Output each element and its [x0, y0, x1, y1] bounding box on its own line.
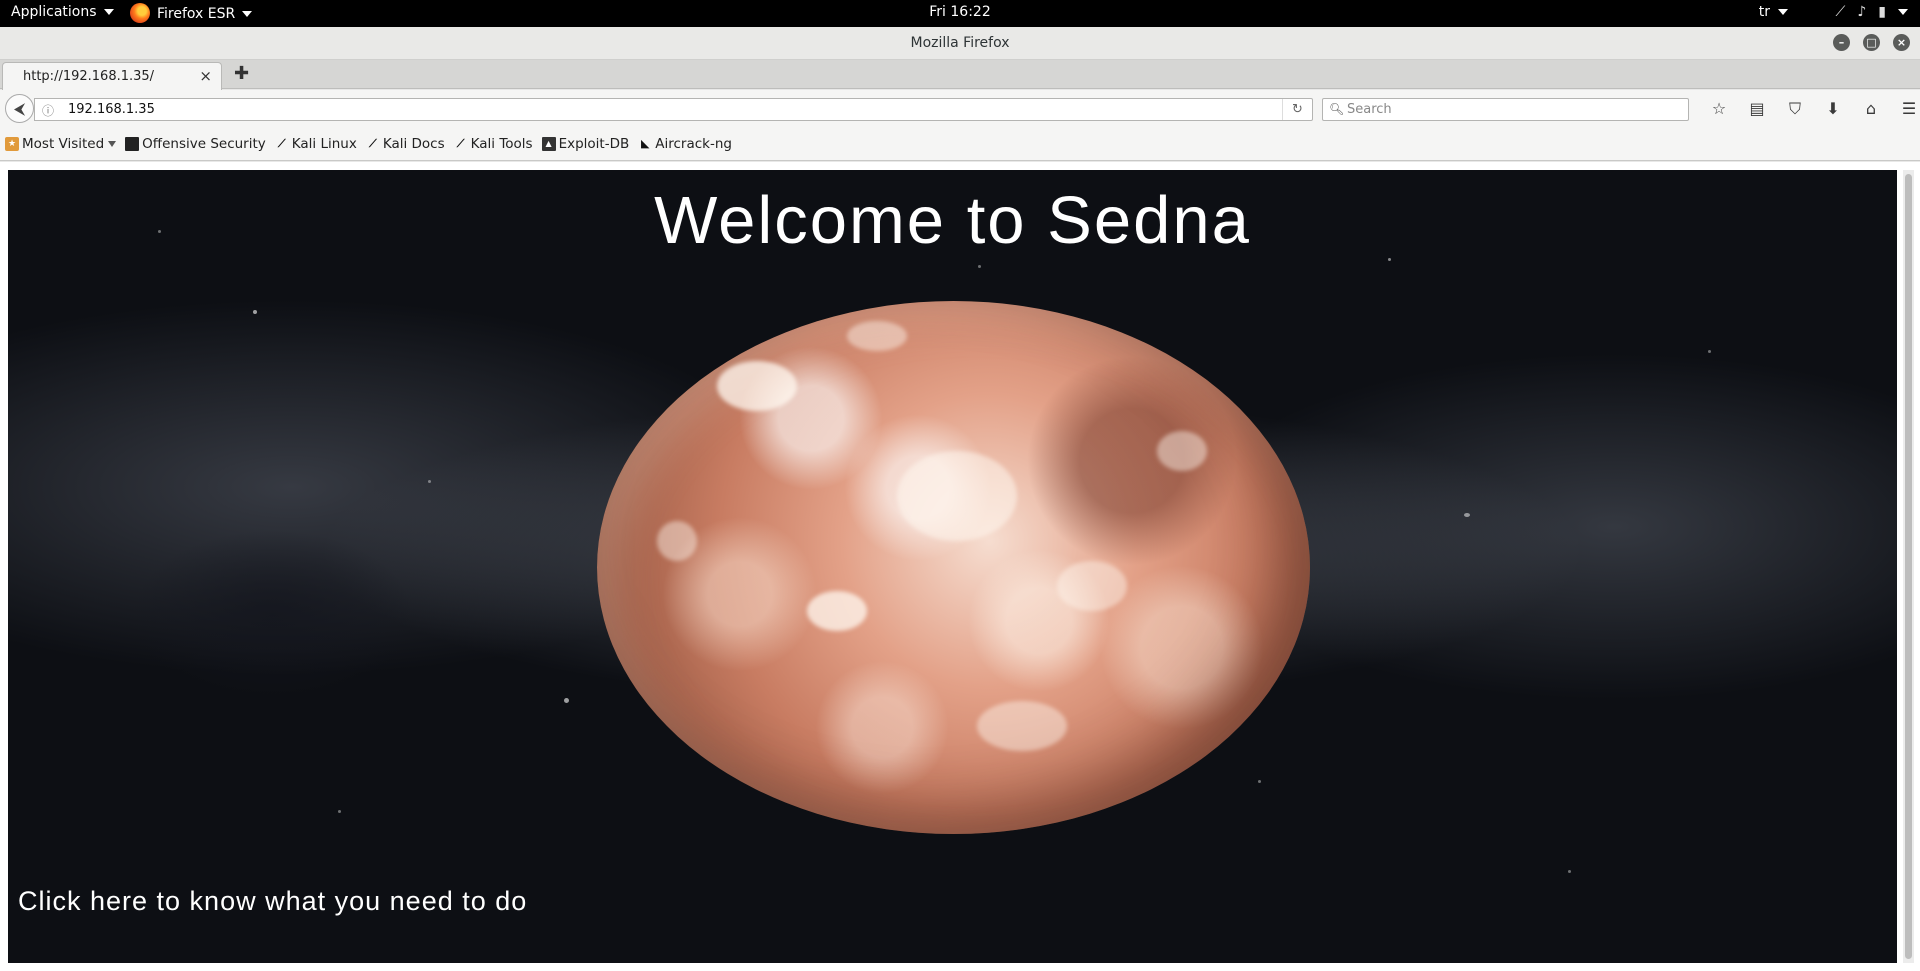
network-icon: ⟋ — [1835, 4, 1846, 20]
pocket-icon[interactable]: ⛉ — [1776, 98, 1814, 120]
battery-icon: ▮ — [1878, 4, 1886, 20]
star — [428, 480, 431, 483]
page-heading: Welcome to Sedna — [654, 183, 1251, 258]
star — [1708, 350, 1711, 353]
scrollbar-thumb[interactable] — [1905, 174, 1912, 959]
page-viewport: Welcome to Sedna Click here to know what… — [0, 162, 1920, 971]
bookmark-offensive-security[interactable]: Offensive Security — [125, 136, 266, 152]
star — [978, 265, 981, 268]
chevron-down-icon — [1778, 9, 1788, 15]
window-controls: – □ × — [1833, 34, 1910, 51]
tab-strip: http://192.168.1.35/ × ✚ — [0, 60, 1920, 90]
bookmark-kali-linux[interactable]: ⟋ Kali Linux — [275, 136, 357, 152]
bookmark-aircrack-ng[interactable]: ◣ Aircrack-ng — [638, 136, 732, 152]
aircrack-icon: ◣ — [641, 137, 650, 150]
bookmark-label: Exploit-DB — [558, 136, 630, 152]
new-tab-button[interactable]: ✚ — [234, 63, 249, 84]
search-icon: 🔍︎ — [1329, 102, 1345, 116]
keyboard-layout-indicator[interactable]: tr — [1759, 4, 1788, 20]
instructions-link[interactable]: Click here to know what you need to do — [18, 886, 527, 917]
search-input[interactable] — [1345, 100, 1675, 119]
close-tab-icon[interactable]: × — [199, 67, 212, 85]
reload-icon[interactable]: ↻ — [1282, 99, 1312, 120]
chevron-down-icon — [1898, 9, 1908, 15]
site-info-icon[interactable]: ⓘ — [42, 102, 54, 119]
planet-surface-spot — [1157, 431, 1207, 471]
bookmark-label: Kali Docs — [382, 136, 445, 152]
clock[interactable]: Fri 16:22 — [0, 4, 1920, 20]
home-icon[interactable]: ⌂ — [1852, 98, 1890, 120]
star — [1568, 870, 1571, 873]
space-background: Welcome to Sedna Click here to know what… — [8, 170, 1897, 963]
bookmark-kali-tools[interactable]: ⟋ Kali Tools — [454, 136, 533, 152]
bookmark-star-icon[interactable]: ☆ — [1700, 98, 1738, 120]
sedna-planet-image — [597, 301, 1310, 834]
planet-surface-spot — [657, 521, 697, 561]
back-arrow-icon: ⮜ — [13, 99, 26, 118]
bookmark-label: Offensive Security — [142, 136, 266, 152]
star — [1464, 513, 1470, 517]
search-bar[interactable]: 🔍︎ — [1322, 98, 1689, 121]
planet-surface-spot — [897, 451, 1017, 541]
system-top-bar: Applications Firefox ESR Fri 16:22 tr ⟋ … — [0, 0, 1920, 27]
kali-dragon-icon: ⟋ — [277, 137, 286, 150]
maximize-button[interactable]: □ — [1863, 34, 1880, 51]
star — [564, 698, 569, 703]
vertical-scrollbar[interactable] — [1903, 170, 1914, 963]
planet-surface-spot — [1057, 561, 1127, 611]
window-titlebar: Mozilla Firefox – □ × — [0, 27, 1920, 60]
kali-dragon-icon: ⟋ — [368, 137, 377, 150]
window-title: Mozilla Firefox — [910, 35, 1010, 51]
bookmark-most-visited[interactable]: ★ Most Visited — [5, 136, 117, 152]
hamburger-menu-icon[interactable]: ☰ — [1890, 98, 1920, 120]
url-text[interactable]: 192.168.1.35 — [68, 102, 155, 117]
planet-surface-spot — [717, 361, 797, 411]
chevron-down-icon — [108, 141, 117, 147]
navigation-bar: ⮜ ⓘ 192.168.1.35 ↻ 🔍︎ ☆ ▤ ⛉ ⬇ ⌂ ☰ — [0, 90, 1920, 128]
close-window-button[interactable]: × — [1893, 34, 1910, 51]
star — [253, 310, 257, 314]
minimize-button[interactable]: – — [1833, 34, 1850, 51]
bookmark-label: Aircrack-ng — [655, 136, 732, 152]
bookmark-label: Kali Linux — [291, 136, 357, 152]
keyboard-layout-label: tr — [1758, 4, 1770, 20]
star — [1258, 780, 1261, 783]
kali-dragon-icon: ⟋ — [456, 137, 465, 150]
bookmark-exploit-db[interactable]: ▲ Exploit-DB — [541, 136, 630, 152]
toolbar-icons: ☆ ▤ ⛉ ⬇ ⌂ ☰ — [1700, 98, 1920, 120]
back-button[interactable]: ⮜ — [5, 94, 34, 123]
planet-surface-spot — [807, 591, 867, 631]
volume-icon: ♪ — [1857, 4, 1867, 20]
bookmark-label: Most Visited — [22, 136, 105, 152]
url-bar[interactable]: ⓘ 192.168.1.35 ↻ — [34, 98, 1313, 121]
offsec-icon — [125, 137, 140, 151]
downloads-icon[interactable]: ⬇ — [1814, 98, 1852, 120]
bookmarks-menu-icon[interactable]: ▤ — [1738, 98, 1776, 120]
planet-surface-spot — [847, 321, 907, 351]
planet-surface-spot — [977, 701, 1067, 751]
folder-icon: ★ — [5, 137, 19, 151]
bookmark-kali-docs[interactable]: ⟋ Kali Docs — [366, 136, 445, 152]
bookmarks-toolbar: ★ Most Visited Offensive Security ⟋ Kali… — [0, 128, 1920, 161]
tab-active[interactable]: http://192.168.1.35/ × — [2, 62, 222, 90]
system-tray[interactable]: ⟋ ♪ ▮ — [1836, 4, 1908, 20]
exploitdb-icon: ▲ — [541, 137, 556, 151]
tab-title: http://192.168.1.35/ — [23, 69, 155, 84]
star — [338, 810, 341, 813]
bookmark-label: Kali Tools — [470, 136, 533, 152]
